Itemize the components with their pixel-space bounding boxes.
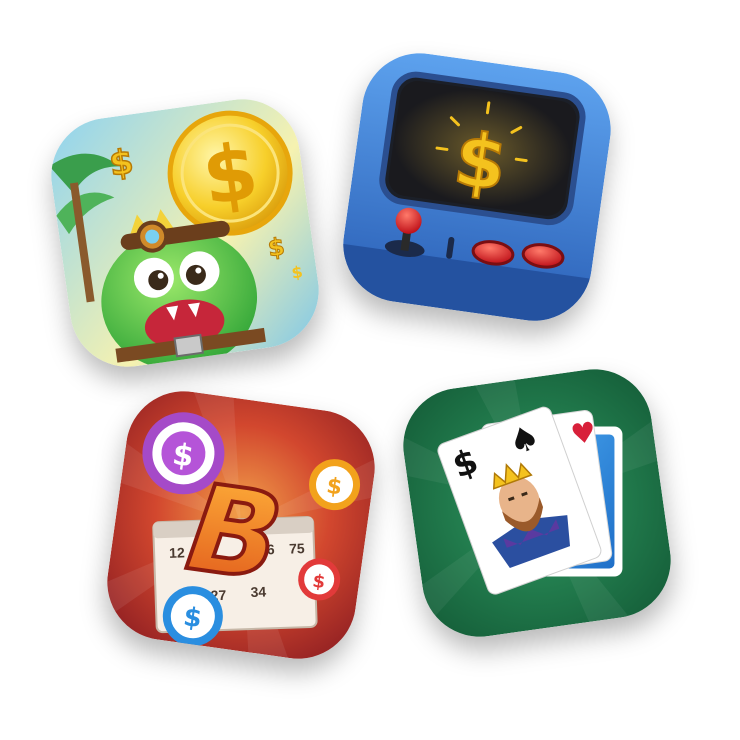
solitaire-artwork: ♥ $ ♠ <box>395 361 679 645</box>
arcade-app-icon[interactable]: $ <box>335 45 619 329</box>
heart-icon: ♥ <box>569 415 598 451</box>
svg-text:75: 75 <box>289 540 305 557</box>
bingo-app-icon[interactable]: BINGO 12 56 75 15 27 34 B $ $ $ $ <box>99 383 383 667</box>
bingo-artwork: BINGO 12 56 75 15 27 34 B $ $ $ $ <box>99 383 383 667</box>
bubble-dragon-artwork: $ $ $ $ <box>43 91 327 375</box>
arcade-artwork: $ <box>335 45 619 329</box>
solitaire-app-icon[interactable]: ♥ $ ♠ <box>395 361 679 645</box>
svg-text:12: 12 <box>169 544 185 561</box>
bubble-dragon-app-icon[interactable]: $ $ $ $ <box>43 91 327 375</box>
